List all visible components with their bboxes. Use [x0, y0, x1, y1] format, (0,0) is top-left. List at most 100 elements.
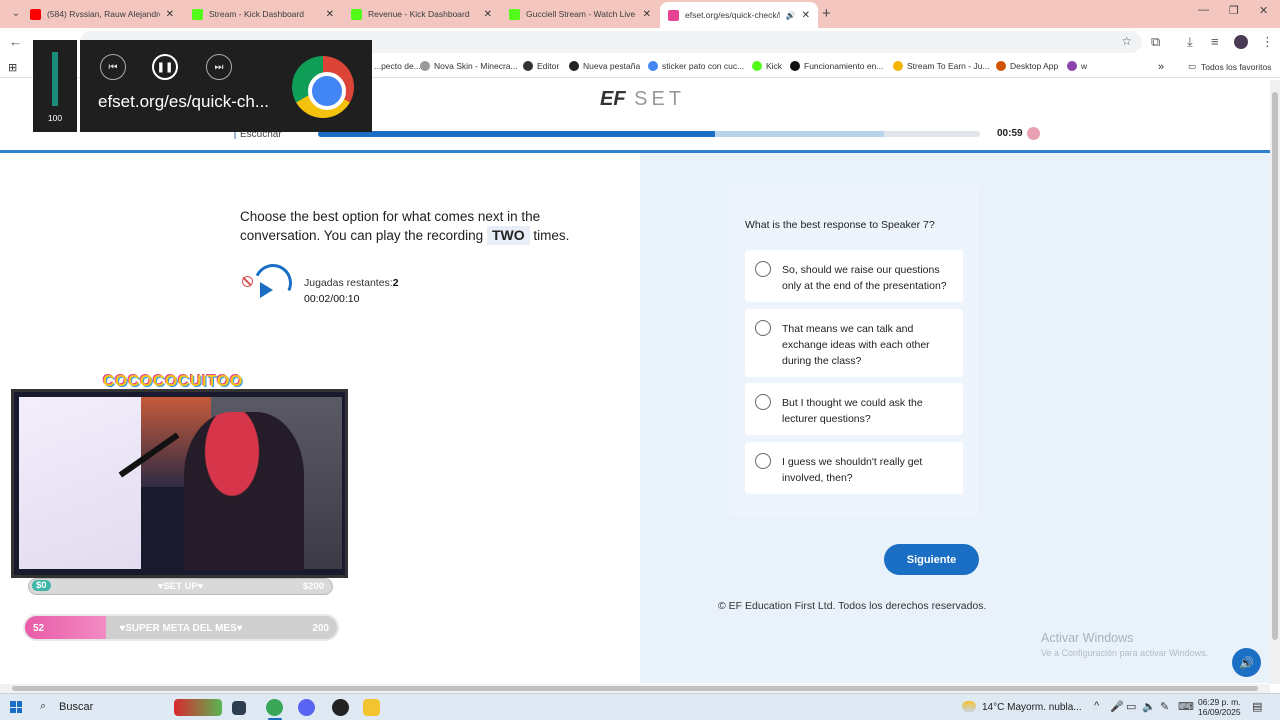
pen-icon[interactable]: ✎	[1160, 700, 1169, 713]
youtube-icon	[30, 8, 41, 20]
no-repeat-icon	[242, 276, 253, 287]
more-menu-icon[interactable]: ⋮	[1261, 34, 1274, 50]
tab-close-icon[interactable]: ✕	[166, 9, 174, 20]
bookmark-label: Kick	[766, 61, 783, 71]
restore-icon[interactable]: ❐	[1229, 4, 1239, 17]
pause-icon[interactable]: ❚❚	[152, 54, 178, 80]
chevron-right-icon[interactable]: »	[1158, 61, 1164, 73]
previous-track-icon[interactable]: ⏮	[100, 54, 126, 80]
tab-audio-icon[interactable]: 🔊	[786, 11, 796, 20]
bookmark-item[interactable]: w	[1067, 61, 1087, 71]
download-icon[interactable]: ⤓	[1187, 34, 1193, 50]
answer-option[interactable]: But I thought we could ask the lecturer …	[745, 383, 963, 435]
folder-icon: ▭	[1188, 61, 1197, 71]
goal-setup-label: ♥SET UP♥	[157, 581, 204, 592]
notifications-icon[interactable]: ▤	[1252, 700, 1262, 713]
volume-icon[interactable]: 🔈	[1142, 700, 1156, 713]
bookmark-item[interactable]: Nova Skin - Minecra...	[420, 61, 518, 71]
answer-radio[interactable]	[755, 320, 771, 336]
efset-logo: EF SET	[600, 88, 686, 110]
back-arrow-icon[interactable]: ←	[9, 34, 22, 49]
bookmark-item[interactable]: Funcionamiento en...	[790, 61, 883, 71]
minimize-icon[interactable]: —	[1198, 4, 1209, 16]
vertical-scrollbar[interactable]	[1270, 80, 1280, 684]
close-window-icon[interactable]: ✕	[1259, 4, 1268, 17]
weather-widget[interactable]: 14°C Mayorm. nubla...	[962, 701, 1082, 713]
tab-close-icon[interactable]: ✕	[326, 9, 334, 20]
discord-icon[interactable]	[298, 699, 315, 716]
obs-icon[interactable]	[332, 699, 349, 716]
browser-tab[interactable]: efset.org/es/quick-check/la 🔊 ✕	[660, 2, 818, 28]
goal-setup-target: $200	[302, 581, 324, 592]
all-bookmarks-label: Todos los favoritos	[1201, 61, 1272, 72]
bookmark-favicon-icon	[648, 61, 658, 71]
media-source-url: efset.org/es/quick-ch...	[98, 92, 270, 111]
file-explorer-icon[interactable]	[363, 699, 380, 716]
goal-monthly-target: 200	[312, 623, 329, 634]
test-progress-bar	[318, 131, 980, 137]
tab-close-icon[interactable]: ✕	[643, 9, 651, 20]
answer-option[interactable]: I guess we shouldn't really get involved…	[745, 442, 963, 494]
search-icon[interactable]: ⌕	[40, 700, 46, 713]
answer-option[interactable]: So, should we raise our questions only a…	[745, 250, 963, 302]
stream-scene-left	[19, 397, 141, 569]
answer-option[interactable]: That means we can talk and exchange idea…	[745, 309, 963, 377]
answer-radio[interactable]	[755, 394, 771, 410]
tab-strip: ⌄ (584) Rvssian, Rauw Alejandro, ...✕Str…	[0, 0, 1280, 28]
chrome-taskbar-icon[interactable]	[266, 699, 283, 716]
profile-avatar[interactable]	[1234, 35, 1248, 49]
next-button[interactable]: Siguiente	[884, 544, 979, 575]
bookmark-star-icon[interactable]: ☆	[1121, 34, 1132, 48]
answer-text: That means we can talk and exchange idea…	[782, 323, 930, 367]
timer-indicator-icon	[1027, 127, 1040, 140]
volume-slider[interactable]	[52, 52, 58, 106]
system-clock[interactable]: 06:29 p. m. 16/09/2025	[1198, 697, 1241, 717]
bookmark-item[interactable]: Editor	[523, 61, 559, 71]
next-track-icon[interactable]: ⏭	[206, 54, 232, 80]
kick-icon	[509, 8, 520, 20]
keyboard-icon[interactable]: ⌨	[1178, 700, 1194, 713]
tab-title: Revenue - Kick Dashboard	[368, 9, 470, 19]
bookmark-item[interactable]: sticker pato con cuc...	[648, 61, 744, 71]
bookmark-favicon-icon	[420, 61, 430, 71]
bookmark-item[interactable]: Stream To Earn - Ju...	[893, 61, 990, 71]
streamer	[184, 412, 304, 570]
audio-play-button[interactable]	[248, 258, 298, 308]
reading-list-icon[interactable]: ≡	[1211, 34, 1219, 49]
tab-close-icon[interactable]: ✕	[802, 10, 810, 21]
task-view-icon[interactable]	[232, 701, 246, 715]
show-hidden-icons-icon[interactable]: ^	[1094, 700, 1099, 712]
bookmark-label: w	[1081, 61, 1088, 71]
answer-radio[interactable]	[755, 453, 771, 469]
chili-widget-icon[interactable]	[174, 699, 222, 716]
countdown-timer: 00:59	[997, 128, 1023, 139]
microphone-icon[interactable]: 🎤	[1110, 700, 1124, 713]
horizontal-scroll-thumb[interactable]	[12, 686, 1258, 691]
windows-start-icon[interactable]	[10, 701, 22, 713]
chrome-icon	[292, 56, 354, 118]
audio-time: 00:02/00:10	[304, 293, 360, 305]
browser-tab[interactable]: Stream - Kick Dashboard ✕	[184, 3, 342, 25]
taskbar-search[interactable]: Buscar	[59, 701, 93, 713]
bookmark-label: ...pecto de...	[374, 61, 421, 71]
question-text: What is the best response to Speaker 7?	[745, 219, 935, 231]
extensions-icon[interactable]: ⧉	[1151, 34, 1160, 50]
network-icon[interactable]: ▭	[1126, 700, 1136, 713]
horizontal-scrollbar[interactable]	[0, 684, 1270, 693]
goal-bar-monthly: 52 ♥SUPER META DEL MES♥ 200	[23, 614, 339, 641]
all-bookmarks-folder[interactable]: ▭ Todos los favoritos	[1188, 61, 1271, 72]
browser-tab[interactable]: Revenue - Kick Dashboard ✕	[343, 3, 500, 25]
apps-grid-icon[interactable]: ⊞	[8, 61, 17, 74]
new-tab-button[interactable]: +	[822, 5, 831, 22]
bookmark-item[interactable]: Nueva pestaña	[569, 61, 640, 71]
bookmark-label: Nova Skin - Minecra...	[434, 61, 518, 71]
answer-radio[interactable]	[755, 261, 771, 277]
browser-tab[interactable]: Gucciell Stream - Watch Live on ... ✕	[501, 3, 659, 25]
browser-tab[interactable]: (584) Rvssian, Rauw Alejandro, ... ✕	[22, 3, 182, 25]
bookmark-item[interactable]: Kick	[752, 61, 782, 71]
speaker-icon[interactable]: 🔊	[1232, 648, 1261, 677]
bookmark-item[interactable]: Desktop App	[996, 61, 1058, 71]
tab-close-icon[interactable]: ✕	[484, 9, 492, 20]
bookmark-favicon-icon	[523, 61, 533, 71]
vertical-scroll-thumb[interactable]	[1272, 92, 1278, 640]
